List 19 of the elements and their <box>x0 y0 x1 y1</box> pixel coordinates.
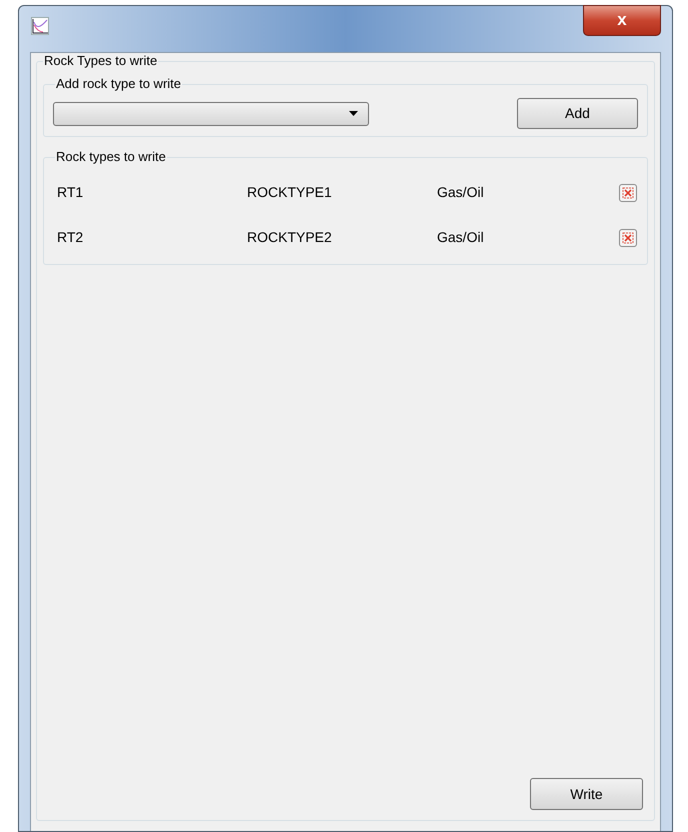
remove-button[interactable] <box>619 228 637 246</box>
rock-type-name: ROCKTYPE1 <box>247 183 333 202</box>
rock-type-phase: Gas/Oil <box>437 183 484 202</box>
section-title: Rock types to write <box>55 149 167 165</box>
dropdown-arrow-icon <box>349 111 358 116</box>
rock-type-id: RT1 <box>57 183 84 202</box>
rock-type-name: ROCKTYPE2 <box>247 228 333 247</box>
rock-type-dropdown[interactable] <box>53 102 369 126</box>
group-title: Rock Types to write <box>43 53 158 69</box>
close-icon <box>622 186 634 198</box>
close-button[interactable]: x <box>583 5 661 36</box>
close-icon <box>622 232 634 244</box>
rock-type-phase: Gas/Oil <box>437 228 484 247</box>
rock-type-id: RT2 <box>57 228 84 247</box>
remove-button[interactable] <box>619 184 637 202</box>
add-button[interactable]: Add <box>517 98 638 129</box>
write-button[interactable]: Write <box>530 778 643 810</box>
curve-chart-icon <box>31 17 49 35</box>
section-title: Add rock type to write <box>55 76 182 92</box>
